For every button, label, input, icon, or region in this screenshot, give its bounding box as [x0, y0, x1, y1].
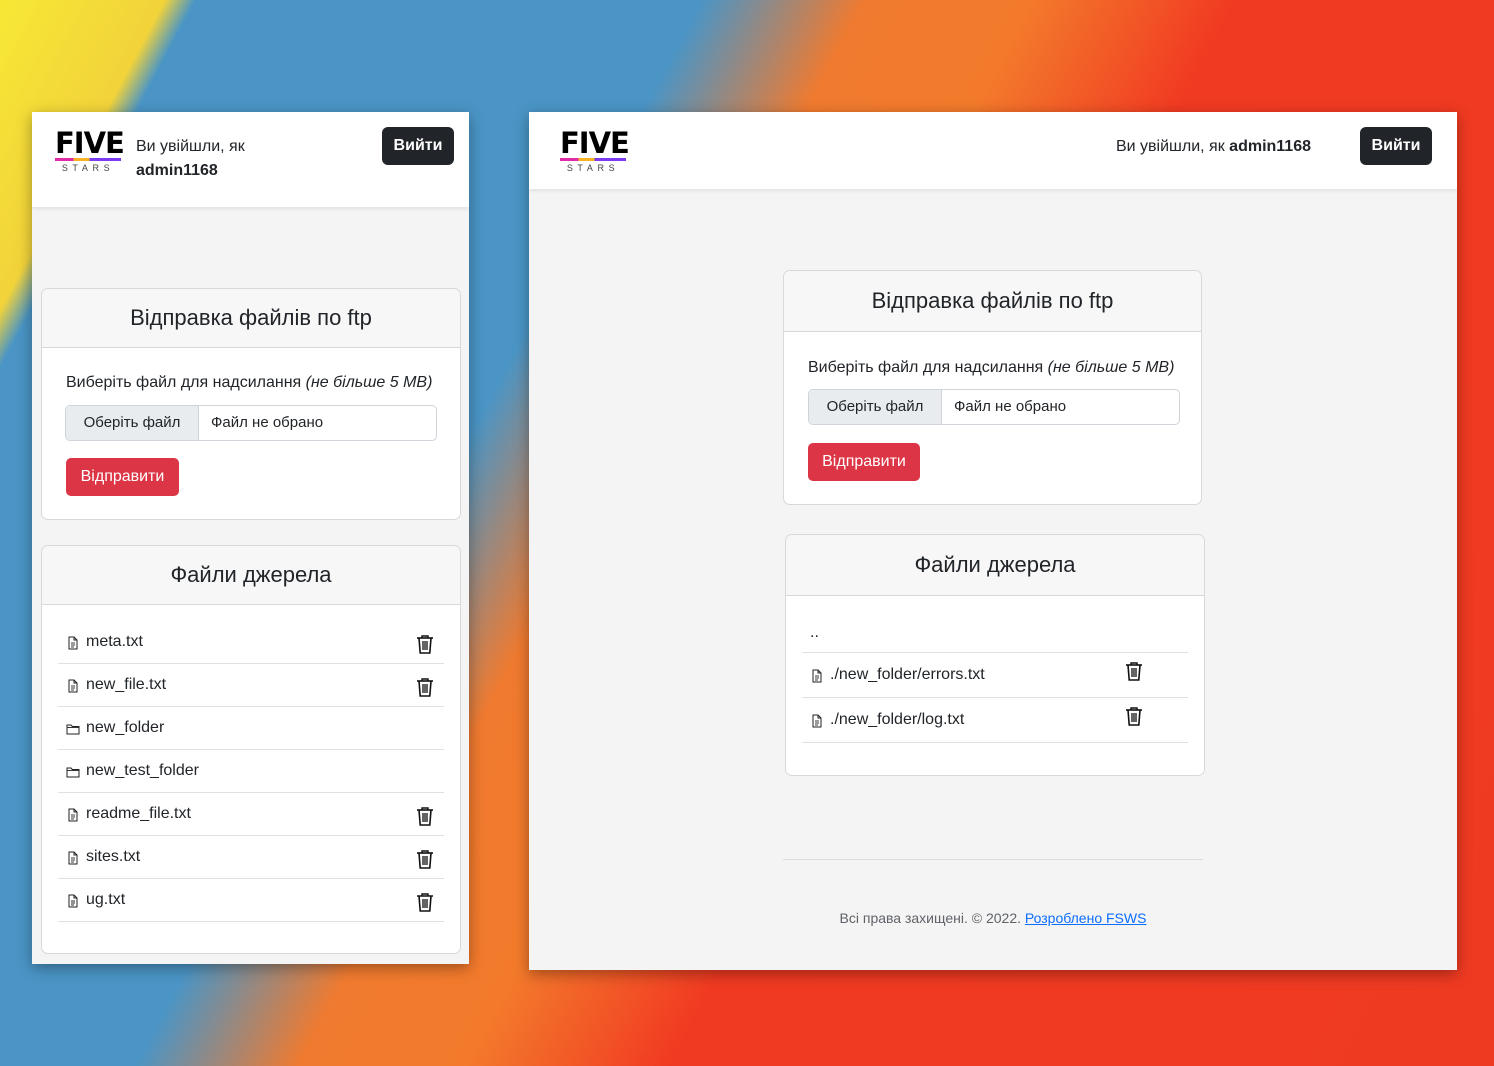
- folder-icon: [66, 765, 80, 779]
- file-row[interactable]: sites.txt: [58, 836, 444, 879]
- file-row[interactable]: ug.txt: [58, 879, 444, 922]
- trash-icon[interactable]: [414, 848, 436, 870]
- folder-name[interactable]: new_folder: [86, 707, 164, 749]
- files-card-title: Файли джерела: [786, 535, 1204, 596]
- file-icon: [66, 679, 80, 693]
- folder-row[interactable]: new_test_folder: [58, 750, 444, 793]
- logo-sub: STARS: [61, 163, 115, 173]
- parent-directory-link[interactable]: ..: [810, 614, 819, 652]
- file-name[interactable]: ./new_folder/log.txt: [830, 697, 964, 742]
- file-row[interactable]: meta.txt: [58, 621, 444, 664]
- trash-icon[interactable]: [1123, 660, 1145, 682]
- files-card: Файли джерела .. ./new_folder/errors.txt…: [785, 534, 1205, 776]
- logo-word: FIVE: [560, 126, 630, 160]
- footer-developer-link[interactable]: Розроблено FSWS: [1025, 910, 1147, 926]
- trash-icon[interactable]: [414, 805, 436, 827]
- file-name[interactable]: meta.txt: [86, 621, 143, 663]
- upload-card: Відправка файлів по ftp Виберіть файл дл…: [41, 288, 461, 520]
- trash-icon[interactable]: [414, 891, 436, 913]
- choose-file-button[interactable]: Оберіть файл: [66, 406, 199, 440]
- logo-color-bar: [55, 158, 121, 161]
- logo-color-bar: [560, 158, 626, 161]
- logout-button[interactable]: Вийти: [1360, 127, 1432, 165]
- file-icon: [66, 636, 80, 650]
- header: FIVE STARS Ви увійшли, як admin1168 Вийт…: [32, 112, 469, 207]
- upload-label-text: Виберіть файл для надсилання: [66, 374, 302, 391]
- folder-icon: [66, 722, 80, 736]
- upload-label: Виберіть файл для надсилання (не більше …: [808, 359, 1174, 377]
- login-status: Ви увійшли, як admin1168: [136, 135, 245, 183]
- file-icon: [810, 669, 824, 683]
- login-status: Ви увійшли, як admin1168: [1116, 135, 1311, 159]
- file-row[interactable]: new_file.txt: [58, 664, 444, 707]
- file-name[interactable]: readme_file.txt: [86, 793, 191, 835]
- footer: Всі права захищені. © 2022. Розроблено F…: [529, 910, 1457, 926]
- upload-label-text: Виберіть файл для надсилання: [808, 359, 1044, 376]
- choose-file-button[interactable]: Оберіть файл: [809, 390, 942, 424]
- logo-sub: STARS: [566, 163, 620, 173]
- folder-row[interactable]: new_folder: [58, 707, 444, 750]
- upload-limit: (не більше 5 MB): [305, 374, 433, 391]
- header: FIVE STARS Ви увійшли, як admin1168 Вийт…: [529, 112, 1457, 189]
- login-prefix: Ви увійшли, як: [136, 138, 245, 155]
- file-icon: [66, 808, 80, 822]
- files-card-title: Файли джерела: [42, 546, 460, 605]
- file-icon: [66, 894, 80, 908]
- footer-copyright: Всі права захищені. © 2022.: [839, 910, 1022, 926]
- folder-name[interactable]: new_test_folder: [86, 750, 199, 792]
- file-name[interactable]: ug.txt: [86, 879, 125, 921]
- file-name[interactable]: sites.txt: [86, 836, 140, 878]
- selected-file-name: Файл не обрано: [211, 414, 324, 431]
- upload-limit: (не більше 5 MB): [1047, 359, 1175, 376]
- parent-directory-row[interactable]: ..: [802, 614, 1188, 653]
- logo-word: FIVE: [55, 126, 125, 160]
- upload-card-title: Відправка файлів по ftp: [784, 271, 1201, 332]
- files-card: Файли джерела meta.txt new_file.txt new_fo…: [41, 545, 461, 954]
- submit-button[interactable]: Відправити: [66, 458, 179, 496]
- file-row[interactable]: readme_file.txt: [58, 793, 444, 836]
- file-icon: [66, 851, 80, 865]
- file-row[interactable]: ./new_folder/log.txt: [802, 697, 1188, 743]
- file-input[interactable]: Оберіть файл Файл не обрано: [65, 405, 437, 441]
- five-stars-logo[interactable]: FIVE STARS: [55, 126, 125, 176]
- file-icon: [810, 714, 824, 728]
- login-prefix: Ви увійшли, як: [1116, 138, 1225, 155]
- desktop-window: FIVE STARS Ви увійшли, як admin1168 Вийт…: [529, 112, 1457, 970]
- file-name[interactable]: new_file.txt: [86, 664, 166, 706]
- file-row[interactable]: ./new_folder/errors.txt: [802, 652, 1188, 698]
- file-input[interactable]: Оберіть файл Файл не обрано: [808, 389, 1180, 425]
- file-name[interactable]: ./new_folder/errors.txt: [830, 652, 985, 697]
- username: admin1168: [1229, 138, 1311, 155]
- upload-label: Виберіть файл для надсилання (не більше …: [66, 374, 432, 392]
- five-stars-logo[interactable]: FIVE STARS: [560, 126, 630, 176]
- submit-button[interactable]: Відправити: [808, 443, 920, 481]
- upload-card: Відправка файлів по ftp Виберіть файл дл…: [783, 270, 1202, 505]
- logout-button[interactable]: Вийти: [382, 127, 454, 165]
- footer-divider: [783, 859, 1203, 860]
- mobile-window: FIVE STARS Ви увійшли, як admin1168 Вийт…: [32, 112, 469, 964]
- trash-icon[interactable]: [414, 633, 436, 655]
- username: admin1168: [136, 162, 218, 179]
- selected-file-name: Файл не обрано: [954, 398, 1067, 415]
- upload-card-title: Відправка файлів по ftp: [42, 289, 460, 348]
- trash-icon[interactable]: [414, 676, 436, 698]
- trash-icon[interactable]: [1123, 705, 1145, 727]
